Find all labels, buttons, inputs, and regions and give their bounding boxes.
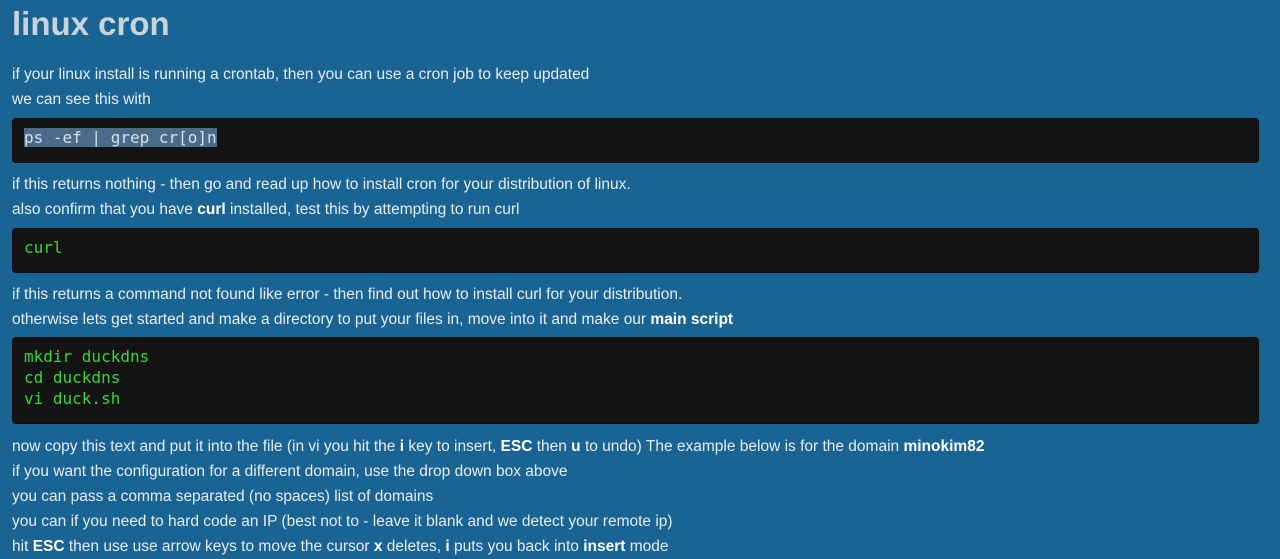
main-script-bold: main script <box>650 311 734 328</box>
code-block-ps[interactable]: ps -ef | grep cr[o]n <box>12 118 1259 163</box>
section4-line-2: if you want the configuration for a diff… <box>12 463 568 480</box>
selected-code-text[interactable]: ps -ef | grep cr[o]n <box>24 128 217 147</box>
section3-line-2: otherwise lets get started and make a di… <box>12 311 734 328</box>
intro-line-2: we can see this with <box>12 91 151 108</box>
code-line[interactable]: mkdir duckdns <box>24 347 149 366</box>
section4-line-3: you can pass a comma separated (no space… <box>12 488 434 505</box>
section4-line-4: you can if you need to hard code an IP (… <box>12 513 673 530</box>
section2-line-2: also confirm that you have curl installe… <box>12 201 520 218</box>
page-content: linux cron if your linux install is runn… <box>12 0 1259 559</box>
section4-line-1: now copy this text and put it into the f… <box>12 438 985 455</box>
section4-line-5: hit ESC then use use arrow keys to move … <box>12 538 669 555</box>
section2-line-1: if this returns nothing - then go and re… <box>12 176 631 193</box>
domain-name: minokim82 <box>903 438 985 455</box>
page-title: linux cron <box>12 5 170 42</box>
code-block-mkdir[interactable]: mkdir duckdns cd duckdns vi duck.sh <box>12 337 1259 424</box>
code-line[interactable]: cd duckdns <box>24 368 120 387</box>
curl-bold: curl <box>197 201 226 218</box>
code-curl-text[interactable]: curl <box>24 238 63 257</box>
code-line[interactable]: vi duck.sh <box>24 389 120 408</box>
section3-line-1: if this returns a command not found like… <box>12 286 683 303</box>
code-block-curl[interactable]: curl <box>12 228 1259 273</box>
intro-line-1: if your linux install is running a cront… <box>12 66 590 83</box>
